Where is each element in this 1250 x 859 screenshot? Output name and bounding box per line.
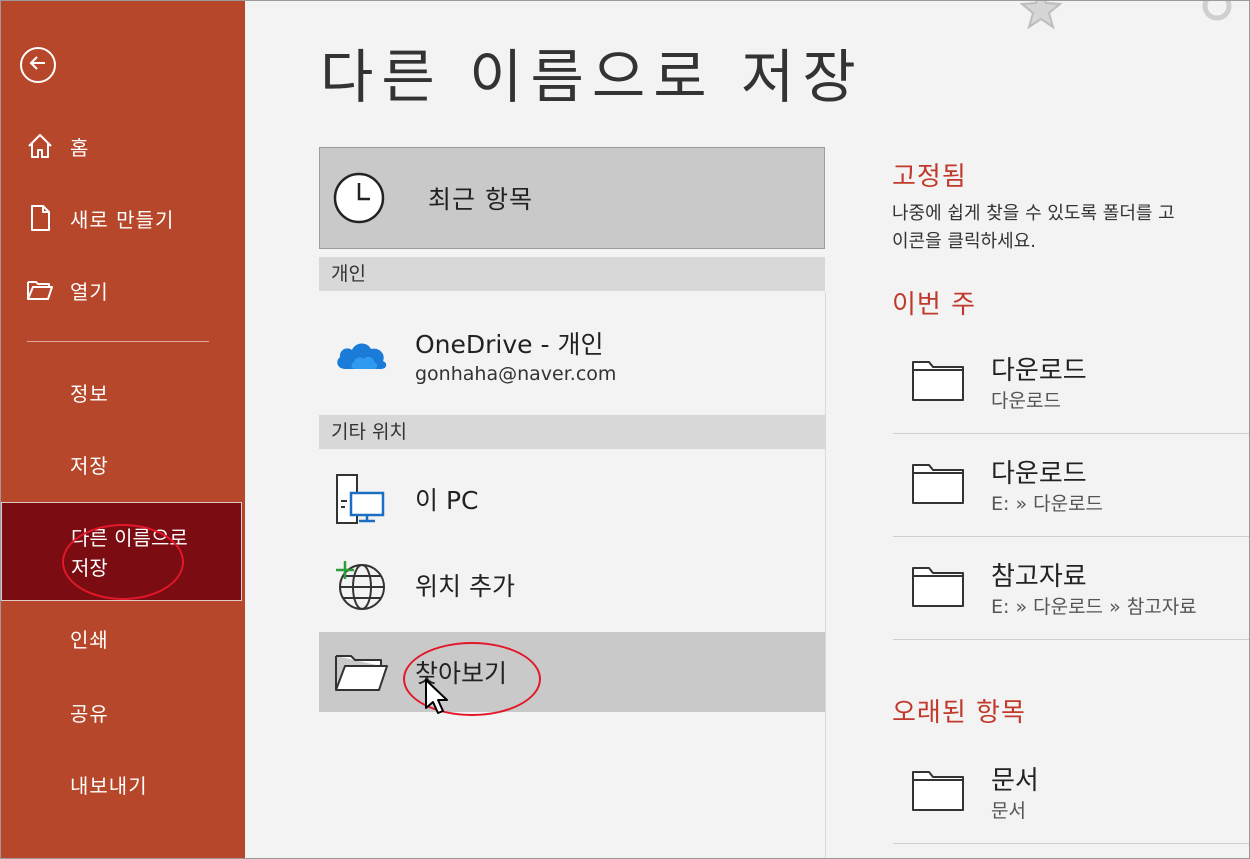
- folder-path: 문서: [991, 800, 1026, 822]
- nav-save-label: 저장: [70, 453, 109, 478]
- window-corner-icons: [1018, 0, 1240, 36]
- nav-share-label: 공유: [70, 701, 109, 726]
- page-title: 다른 이름으로 저장: [320, 43, 864, 111]
- nav-open-label: 열기: [70, 279, 109, 304]
- nav-print[interactable]: 인쇄: [0, 614, 315, 662]
- folder-open-icon: [24, 274, 56, 306]
- folder-path: E: » 다운로드: [991, 493, 1104, 515]
- this-week-title: 이번 주: [892, 290, 977, 320]
- pane-separator: [825, 292, 826, 859]
- location-recent[interactable]: 최근 항목: [319, 147, 825, 249]
- folder-name: 다운로드: [991, 459, 1087, 489]
- cloud-icon: [331, 335, 391, 375]
- back-arrow-icon: [28, 53, 48, 77]
- folder-item[interactable]: 참고자료 E: » 다운로드 » 참고자료: [893, 538, 1250, 640]
- nav-info[interactable]: 정보: [0, 368, 315, 416]
- folder-item[interactable]: 다운로드 E: » 다운로드: [893, 435, 1250, 537]
- globe-add-icon: [331, 557, 391, 613]
- nav-info-label: 정보: [70, 381, 109, 406]
- new-document-icon: [24, 202, 56, 234]
- location-recent-label: 최근 항목: [428, 185, 533, 214]
- nav-home[interactable]: 홈: [0, 122, 245, 170]
- folder-icon: [911, 461, 965, 509]
- pinned-description-line1: 나중에 쉽게 찾을 수 있도록 폴더를 고: [892, 203, 1175, 224]
- older-title: 오래된 항목: [892, 698, 1026, 728]
- onedrive-name: OneDrive - 개인: [415, 330, 604, 359]
- section-header-personal: 개인: [319, 257, 825, 291]
- nav-new[interactable]: 새로 만들기: [0, 194, 245, 242]
- folder-icon: [911, 768, 965, 816]
- folder-icon: [911, 358, 965, 406]
- folder-open-icon: [331, 650, 391, 694]
- sidebar-divider: [27, 341, 209, 342]
- pinned-description-line2: 이콘을 클릭하세요.: [892, 231, 1036, 252]
- star-icon: [1018, 0, 1064, 36]
- settings-icon: [1194, 0, 1240, 36]
- nav-home-label: 홈: [70, 135, 90, 160]
- mouse-cursor-icon: [424, 678, 450, 720]
- location-browse[interactable]: 찾아보기: [319, 632, 825, 712]
- pinned-description: 나중에 쉽게 찾을 수 있도록 폴더를 고 이콘을 클릭하세요.: [892, 200, 1175, 256]
- folder-name: 참고자료: [991, 562, 1087, 592]
- pinned-title: 고정됨: [892, 162, 967, 192]
- folder-item[interactable]: 다운로드 다운로드: [893, 332, 1250, 434]
- nav-save-as[interactable]: 다른 이름으로 저장: [1, 502, 242, 601]
- folder-path: 다운로드: [991, 390, 1061, 412]
- nav-save[interactable]: 저장: [0, 440, 315, 488]
- computer-icon: [331, 471, 391, 527]
- nav-print-label: 인쇄: [70, 627, 109, 652]
- nav-export-label: 내보내기: [70, 773, 148, 798]
- location-add[interactable]: 위치 추가: [319, 545, 825, 625]
- folder-name: 다운로드: [991, 356, 1087, 386]
- nav-share[interactable]: 공유: [0, 688, 315, 736]
- location-onedrive[interactable]: OneDrive - 개인 gonhaha@naver.com: [319, 315, 825, 395]
- location-add-label: 위치 추가: [415, 572, 515, 601]
- folder-icon: [911, 564, 965, 612]
- location-this-pc-label: 이 PC: [415, 486, 479, 515]
- folder-path: E: » 다운로드 » 참고자료: [991, 596, 1197, 618]
- backstage-sidebar: 홈 새로 만들기 열기 정보 저장 다른 이름으로 저장 인쇄 공유 내보내기: [0, 0, 245, 859]
- home-icon: [24, 130, 56, 162]
- folder-item[interactable]: 문서 문서: [893, 742, 1250, 844]
- folder-name: 문서: [991, 766, 1039, 796]
- nav-new-label: 새로 만들기: [70, 207, 175, 232]
- nav-open[interactable]: 열기: [0, 266, 245, 314]
- onedrive-email: gonhaha@naver.com: [415, 363, 617, 385]
- back-button[interactable]: [20, 47, 56, 83]
- clock-icon: [332, 171, 386, 225]
- nav-export[interactable]: 내보내기: [0, 760, 315, 808]
- nav-save-as-label: 다른 이름으로 저장: [71, 526, 188, 580]
- section-header-other: 기타 위치: [319, 415, 825, 449]
- location-this-pc[interactable]: 이 PC: [319, 459, 825, 539]
